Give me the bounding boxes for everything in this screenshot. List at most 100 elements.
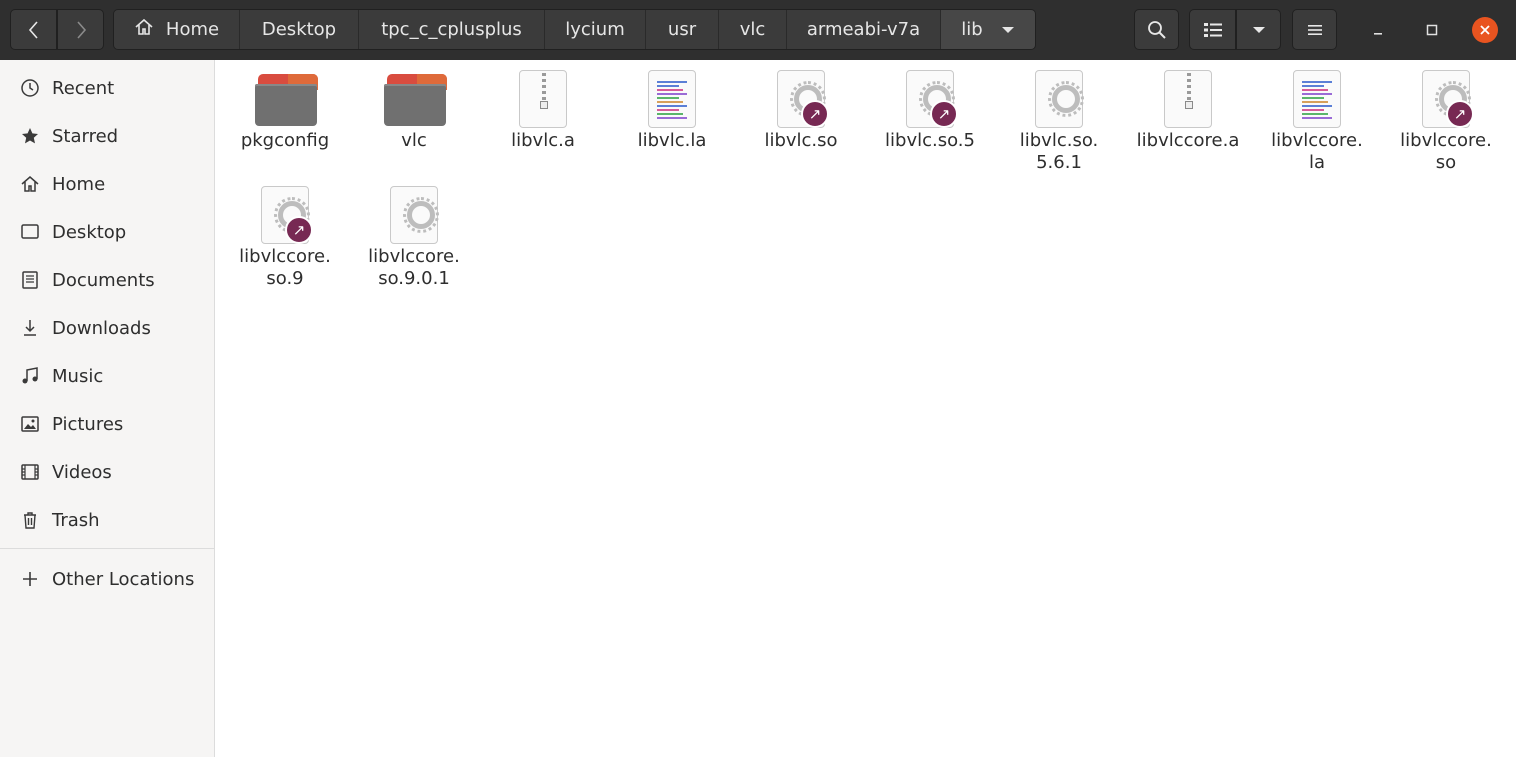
breadcrumb-item-tpc-c-cplusplus[interactable]: tpc_c_cplusplus	[359, 10, 545, 49]
forward-button[interactable]	[57, 9, 104, 50]
triangle-down-icon[interactable]	[1001, 19, 1015, 40]
sidebar-item-label: Recent	[52, 77, 115, 99]
sidebar-item-label: Documents	[52, 269, 155, 291]
file-item[interactable]: vlc	[350, 62, 478, 172]
breadcrumb-item-lycium[interactable]: lycium	[545, 10, 646, 49]
file-item[interactable]: ↗ libvlc.so.5	[866, 62, 994, 172]
file-item[interactable]: libvlc.so. 5.6.1	[995, 62, 1123, 173]
chevron-left-icon	[28, 20, 38, 39]
file-grid: pkgconfig vlc libvlc.a libvlc.la ↗ libvlc.so ↗…	[216, 60, 1516, 757]
sidebar-item-recent[interactable]: Recent	[0, 65, 214, 111]
text-file-icon	[642, 70, 702, 130]
close-button[interactable]	[1472, 17, 1498, 43]
library-symlink-icon: ↗	[1416, 70, 1476, 130]
file-item[interactable]: ↗ libvlccore. so.9	[221, 178, 349, 289]
menu-button[interactable]	[1292, 9, 1337, 50]
video-icon	[19, 461, 41, 483]
list-view-button[interactable]	[1189, 9, 1236, 50]
hamburger-icon	[1307, 24, 1322, 35]
breadcrumb-item-usr[interactable]: usr	[646, 10, 719, 49]
picture-icon	[19, 413, 41, 435]
file-item[interactable]: libvlc.la	[608, 62, 736, 172]
sidebar-item-label: Trash	[52, 509, 100, 531]
close-icon	[1480, 25, 1490, 35]
sidebar-item-label: Downloads	[52, 317, 151, 339]
sidebar-item-documents[interactable]: Documents	[0, 257, 214, 303]
breadcrumb-label: Home	[165, 19, 220, 40]
breadcrumb-label: Desktop	[261, 19, 337, 40]
download-icon	[19, 317, 41, 339]
trash-icon	[19, 509, 41, 531]
plus-icon	[19, 568, 41, 590]
back-button[interactable]	[10, 9, 57, 50]
sidebar-item-label: Music	[52, 365, 104, 387]
file-item[interactable]: libvlccore.a	[1124, 62, 1252, 172]
sidebar-item-label: Home	[52, 173, 106, 195]
breadcrumb-item-desktop[interactable]: Desktop	[240, 10, 359, 49]
folder-icon	[384, 70, 447, 130]
view-options-button[interactable]	[1236, 9, 1281, 50]
star-icon	[19, 125, 41, 147]
home-icon	[19, 173, 41, 195]
chevron-right-icon	[76, 20, 86, 39]
list-view-icon	[1203, 22, 1222, 37]
search-button[interactable]	[1134, 9, 1179, 50]
sidebar-item-pictures[interactable]: Pictures	[0, 401, 214, 447]
file-name: libvlc.la	[637, 130, 707, 151]
file-name: libvlccore. so.9	[239, 246, 331, 289]
archive-icon	[513, 70, 573, 130]
file-item[interactable]: libvlc.a	[479, 62, 607, 172]
header-bar: Home Desktop tpc_c_cplusplus lycium usr vlc ar…	[0, 0, 1516, 60]
breadcrumb-label: tpc_c_cplusplus	[381, 19, 522, 40]
sidebar-item-label: Pictures	[52, 413, 124, 435]
file-manager-window: Home Desktop tpc_c_cplusplus lycium usr vlc ar…	[0, 0, 1516, 757]
breadcrumb-item-home[interactable]: Home	[114, 10, 240, 49]
sidebar-divider	[0, 548, 214, 549]
sidebar-item-music[interactable]: Music	[0, 353, 214, 399]
folder-icon	[255, 70, 318, 130]
breadcrumb-label: lib	[961, 19, 983, 40]
sidebar-item-desktop[interactable]: Desktop	[0, 209, 214, 255]
sidebar-item-trash[interactable]: Trash	[0, 497, 214, 543]
search-icon	[1147, 20, 1166, 39]
file-name: pkgconfig	[240, 130, 330, 151]
file-name: libvlc.so. 5.6.1	[1019, 130, 1099, 173]
archive-icon	[1158, 70, 1218, 130]
breadcrumb-item-vlc[interactable]: vlc	[719, 10, 787, 49]
triangle-down-icon	[1252, 26, 1265, 33]
breadcrumb-label: lycium	[565, 19, 625, 40]
minimize-button[interactable]	[1365, 17, 1391, 43]
file-name: libvlccore.a	[1136, 130, 1240, 151]
library-symlink-icon: ↗	[771, 70, 831, 130]
breadcrumb: Home Desktop tpc_c_cplusplus lycium usr vlc ar…	[113, 9, 1036, 50]
file-item[interactable]: ↗ libvlc.so	[737, 62, 865, 172]
file-name: libvlccore. so.9.0.1	[368, 246, 460, 289]
sidebar-item-videos[interactable]: Videos	[0, 449, 214, 495]
file-item[interactable]: libvlccore. la	[1253, 62, 1381, 173]
maximize-button[interactable]	[1419, 17, 1445, 43]
library-icon	[384, 186, 444, 246]
desktop-icon	[19, 221, 41, 243]
breadcrumb-item-lib[interactable]: lib	[941, 10, 1035, 49]
sidebar-item-downloads[interactable]: Downloads	[0, 305, 214, 351]
sidebar-item-label: Desktop	[52, 221, 127, 243]
sidebar-item-starred[interactable]: Starred	[0, 113, 214, 159]
file-name: libvlccore. la	[1271, 130, 1363, 173]
file-name: libvlccore. so	[1400, 130, 1492, 173]
file-item[interactable]: ↗ libvlccore. so	[1382, 62, 1510, 173]
minimize-icon	[1374, 33, 1382, 35]
file-name: libvlc.so.5	[885, 130, 975, 151]
breadcrumb-item-armeabi-v7a[interactable]: armeabi-v7a	[787, 10, 941, 49]
breadcrumb-label: vlc	[739, 19, 766, 40]
music-icon	[19, 365, 41, 387]
library-symlink-icon: ↗	[255, 186, 315, 246]
library-icon	[1029, 70, 1089, 130]
sidebar: Other Locations Recent Starred Home Desktop…	[0, 60, 215, 757]
sidebar-item-other-locations[interactable]: Other Locations	[0, 556, 214, 602]
sidebar-item-home[interactable]: Home	[0, 161, 214, 207]
sidebar-item-label: Starred	[52, 125, 119, 147]
file-item[interactable]: libvlccore. so.9.0.1	[350, 178, 478, 289]
home-icon	[134, 18, 154, 41]
file-item[interactable]: pkgconfig	[221, 62, 349, 172]
breadcrumb-label: armeabi-v7a	[806, 19, 921, 40]
